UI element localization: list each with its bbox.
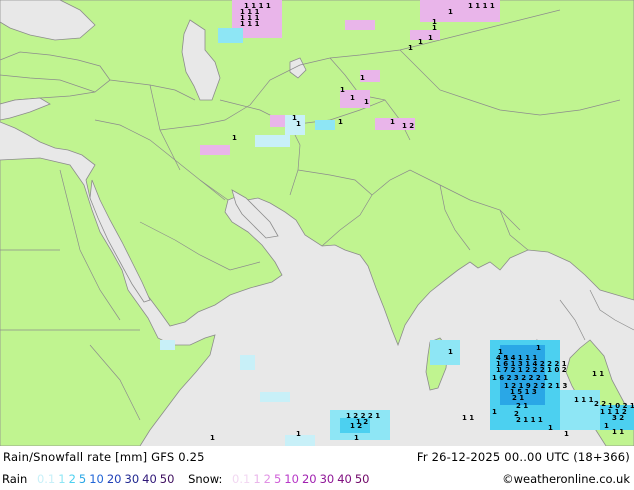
precip-value-label: 1 <box>604 422 609 430</box>
rain-legend-value: 10 <box>89 472 104 486</box>
valid-time: Fr 26-12-2025 00..00 UTC (18+366) <box>416 450 630 464</box>
precip-value-label: 1 1 <box>612 428 624 436</box>
rain-legend-value: 50 <box>159 472 175 486</box>
precip-value-label: 1 <box>448 8 453 16</box>
precip-value-label: 2 1 <box>512 394 524 402</box>
snow-legend-value: 1 <box>253 472 261 486</box>
precip-value-label: 1 1 1 1 <box>468 2 495 10</box>
precip-value-label: 1 <box>210 434 215 442</box>
precip-value-label: 1 <box>408 44 413 52</box>
rain-legend-value: 20 <box>106 472 122 486</box>
precip-value-label: 1 <box>340 86 345 94</box>
rain-legend-value: 0.1 <box>36 472 56 486</box>
precip-value-label: 1 <box>360 74 365 82</box>
snow-legend-value: 5 <box>273 472 282 486</box>
rain-legend-value: 30 <box>124 472 140 486</box>
footer-row-legend: Rain 0.1 1 2 5 10 20 30 40 50 Snow: 0.1 1 2 5 10 20 30… <box>0 468 634 490</box>
precip-value-label: 1 2 <box>350 422 362 430</box>
precip-value-label: 1 <box>418 38 423 46</box>
snow-scale: 0.1 1 2 5 10 20 30 40 50 <box>232 468 372 490</box>
precip-value-label: 1 2 <box>402 122 414 130</box>
snow-legend-value: 40 <box>337 472 352 486</box>
precip-value-label: 1 <box>354 434 359 442</box>
snow-legend-value: 0.1 <box>232 472 251 486</box>
precip-value-label: 1 <box>296 430 301 438</box>
precip-value-label: 1 <box>364 98 369 106</box>
rain-legend-label: Rain <box>2 472 28 486</box>
precip-value-label: 1 <box>232 134 237 142</box>
precip-value-label: 1 1 <box>462 414 474 422</box>
precip-value-label: 1 <box>296 120 301 128</box>
snow-legend-value: 10 <box>284 472 299 486</box>
precip-value-label: 1 1 1 <box>574 396 594 404</box>
precipitation-map: 1 1 1 11 1 11 1 11 1 11 1 1 1111111111 11… <box>0 0 634 446</box>
precip-value-label: 1 <box>536 344 541 352</box>
precip-value-label: 1 <box>390 118 395 126</box>
legend: Rain 0.1 1 2 5 10 20 30 40 50 Snow: 0.1 1 2 5 10 20 30… <box>2 468 376 490</box>
rain-legend-value: 1 <box>58 472 66 486</box>
rain-legend-value: 40 <box>142 472 157 486</box>
precip-value-label: 3 2 <box>612 414 624 422</box>
precip-value-label: 1 <box>432 24 437 32</box>
snow-legend-value: 50 <box>354 472 370 486</box>
precip-value-label: 1 1 <box>592 370 604 378</box>
precip-value-label: 1 2 2 2 1 <box>346 412 380 420</box>
precip-value-label: 2 1 <box>516 402 528 410</box>
precip-value-label: 1 <box>564 430 569 438</box>
precip-value-label: 1 6 2 3 2 2 2 1 <box>492 374 548 382</box>
snow-legend-label: Snow: <box>188 472 223 486</box>
precip-value-label: 1 <box>448 348 453 356</box>
precip-value-label: 1 <box>548 424 553 432</box>
precip-value-label: 1 <box>492 408 497 416</box>
weather-map-page: 1 1 1 11 1 11 1 11 1 11 1 1 111111111111… <box>0 0 634 490</box>
precip-value-label: 2 1 1 1 <box>516 416 543 424</box>
precip-value-label: 1 0 2 1 <box>608 402 634 410</box>
precip-value-label: 1 <box>350 94 355 102</box>
credit-link[interactable]: ©weatheronline.co.uk <box>502 468 630 490</box>
map-title: Rain/Snowfall rate [mm] GFS 0.25 <box>3 450 205 464</box>
rain-legend-value: 2 <box>68 472 76 486</box>
rain-scale: 0.1 1 2 5 10 20 30 40 50 <box>37 468 177 490</box>
rain-legend-value: 5 <box>78 472 87 486</box>
precip-value-label: 1 1 1 <box>240 20 260 28</box>
snow-legend-value: 20 <box>301 472 317 486</box>
snow-legend-value: 2 <box>263 472 271 486</box>
map-footer: Rain/Snowfall rate [mm] GFS 0.25 Fr 26-1… <box>0 446 634 490</box>
precip-value-label: 1 7 2 1 2 2 2 1 0 2 <box>496 366 567 374</box>
snow-legend-value: 30 <box>319 472 335 486</box>
precip-value-label: 1 <box>338 118 343 126</box>
footer-row-title: Rain/Snowfall rate [mm] GFS 0.25 Fr 26-1… <box>0 446 634 468</box>
precip-value-label: 1 <box>428 34 433 42</box>
precip-value-label: 2 2 <box>594 400 606 408</box>
